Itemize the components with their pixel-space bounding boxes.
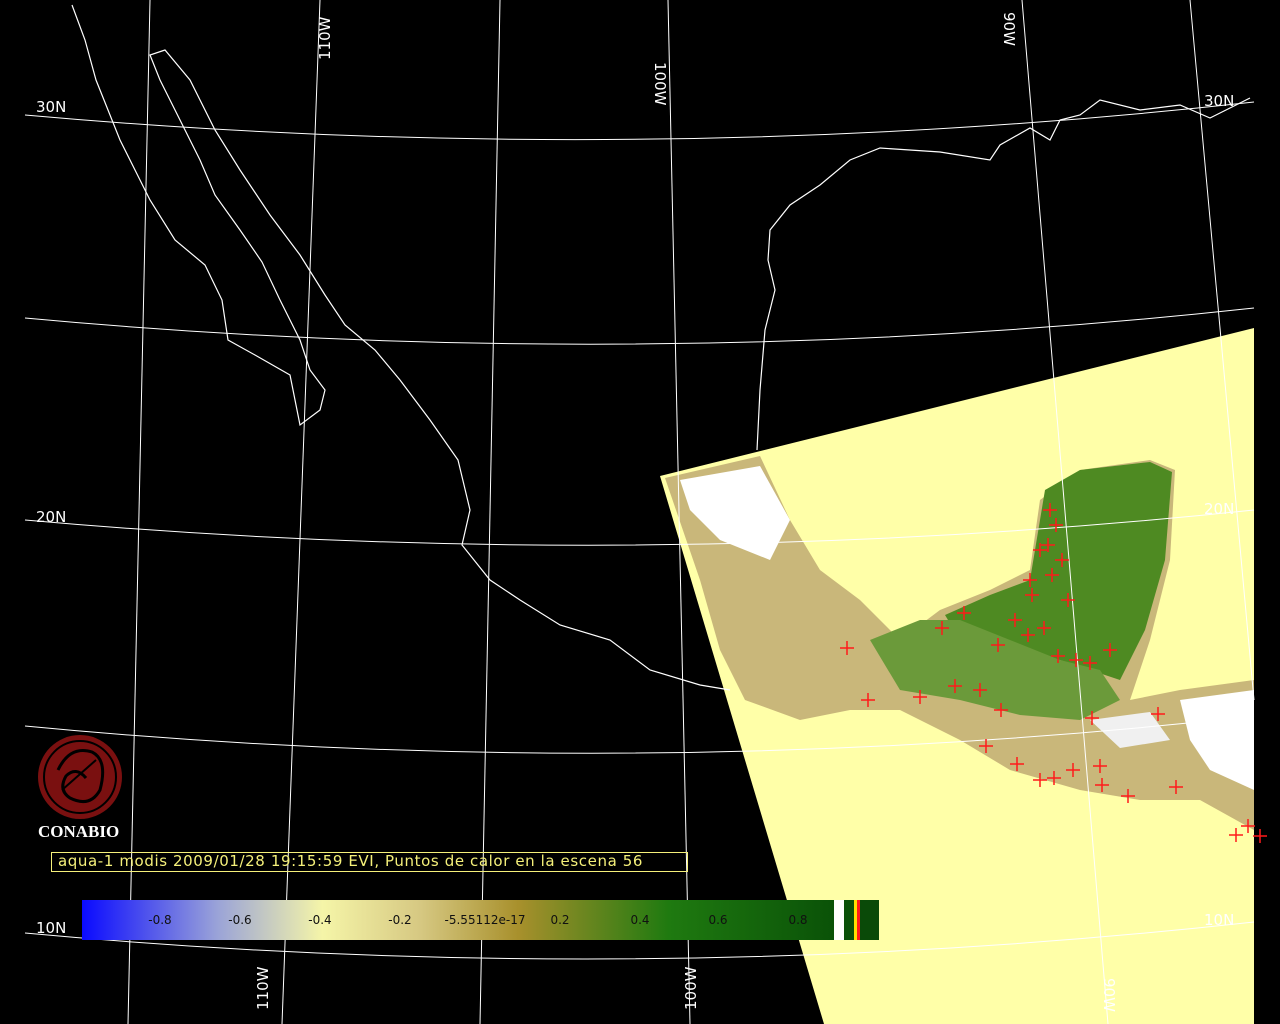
colorbar-yellow-swatch	[854, 900, 857, 940]
lon-label-top-90w: 90W	[1000, 12, 1018, 46]
colorbar-dark-swatch	[844, 900, 854, 940]
lon-label-bottom-100w: 100W	[682, 966, 700, 1010]
lon-label-top-100w: 100W	[651, 62, 669, 106]
colorbar-tick-label: -0.2	[388, 913, 411, 927]
colorbar: -0.8 -0.6 -0.4 -0.2 -5.55112e-17 0.2 0.4 0.6 0.8	[82, 900, 879, 940]
colorbar-white-swatch	[834, 900, 844, 940]
lon-label-top-110w: 110W	[316, 16, 334, 60]
lat-label-right-10n: 10N	[1204, 911, 1234, 929]
lon-label-bottom-110w: 110W	[254, 966, 272, 1010]
colorbar-red-swatch	[857, 900, 860, 940]
colorbar-end-swatch	[860, 900, 879, 940]
colorbar-tick-label: 0.8	[788, 913, 807, 927]
lat-label-right-20n: 20N	[1204, 500, 1234, 518]
lat-label-left-30n: 30N	[36, 98, 66, 116]
colorbar-tick-label: -5.55112e-17	[445, 913, 526, 927]
lon-label-bottom-90w: 90W	[1100, 978, 1118, 1012]
lat-label-right-30n: 30N	[1204, 92, 1234, 110]
colorbar-tick-label: 0.6	[708, 913, 727, 927]
scene-title: aqua-1 modis 2009/01/28 19:15:59 EVI, Pu…	[58, 852, 644, 870]
conabio-logo-text: CONABIO	[38, 822, 120, 841]
colorbar-tick-label: -0.4	[308, 913, 331, 927]
lat-label-left-10n: 10N	[36, 919, 66, 937]
colorbar-tick-label: -0.8	[148, 913, 171, 927]
conabio-seal-icon	[38, 735, 122, 819]
lat-label-left-20n: 20N	[36, 508, 66, 526]
colorbar-tick-label: 0.2	[550, 913, 569, 927]
colorbar-tick-label: 0.4	[630, 913, 649, 927]
colorbar-tick-label: -0.6	[228, 913, 251, 927]
